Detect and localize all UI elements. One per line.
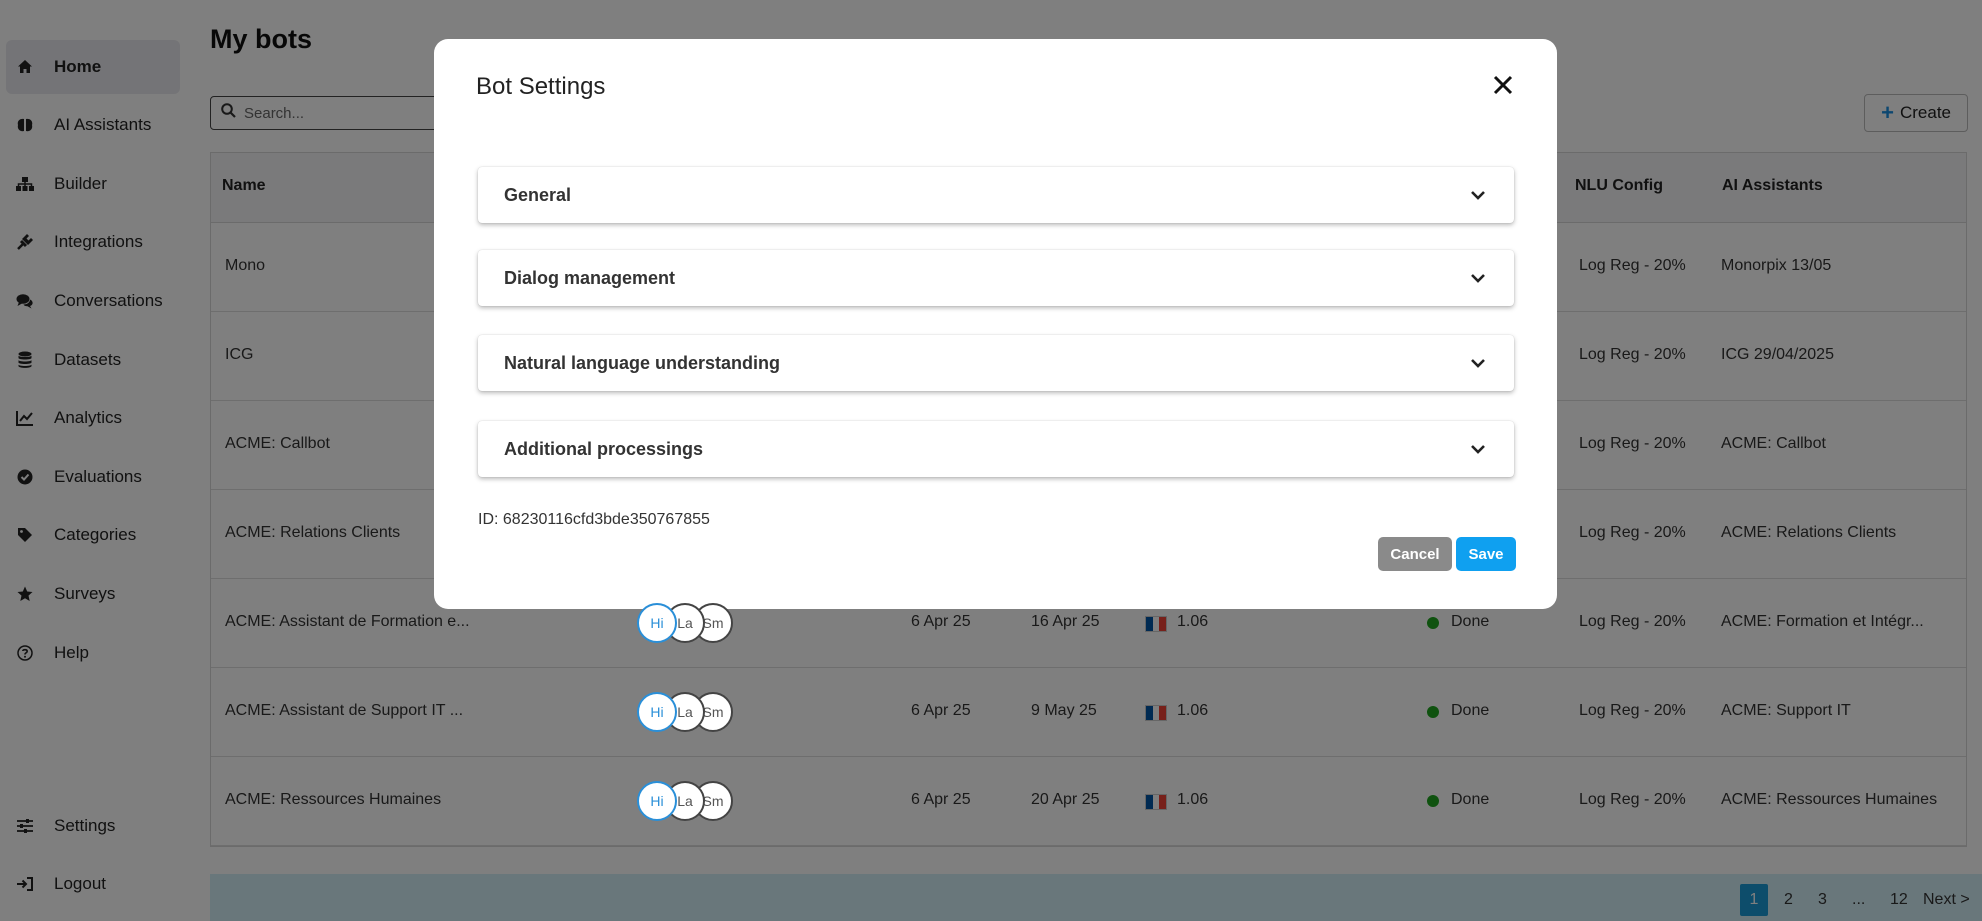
avatar[interactable]: Hi: [637, 781, 677, 821]
accordion-dialog-management[interactable]: Dialog management: [478, 250, 1514, 306]
chevron-down-icon: [1468, 268, 1488, 288]
chevron-down-icon: [1468, 353, 1488, 373]
modal-title: Bot Settings: [476, 73, 606, 100]
close-icon: [1493, 75, 1513, 100]
accordion-label: Natural language understanding: [504, 352, 781, 373]
accordion-label: Dialog management: [504, 267, 676, 288]
cancel-button[interactable]: Cancel: [1378, 537, 1452, 571]
accordion-label: General: [504, 184, 572, 205]
bot-settings-modal: Bot Settings General Dialog management N…: [434, 39, 1557, 609]
close-button[interactable]: [1487, 71, 1519, 103]
accordion-general[interactable]: General: [478, 167, 1514, 223]
accordion-nlu[interactable]: Natural language understanding: [478, 335, 1514, 391]
bot-id-text: ID: 68230116cfd3bde350767855: [478, 511, 710, 528]
chevron-down-icon: [1468, 439, 1488, 459]
save-button[interactable]: Save: [1456, 537, 1516, 571]
accordion-label: Additional processings: [504, 438, 704, 459]
chevron-down-icon: [1468, 185, 1488, 205]
avatar[interactable]: Hi: [637, 692, 677, 732]
avatar[interactable]: Hi: [637, 603, 677, 643]
accordion-additional-processings[interactable]: Additional processings: [478, 421, 1514, 477]
